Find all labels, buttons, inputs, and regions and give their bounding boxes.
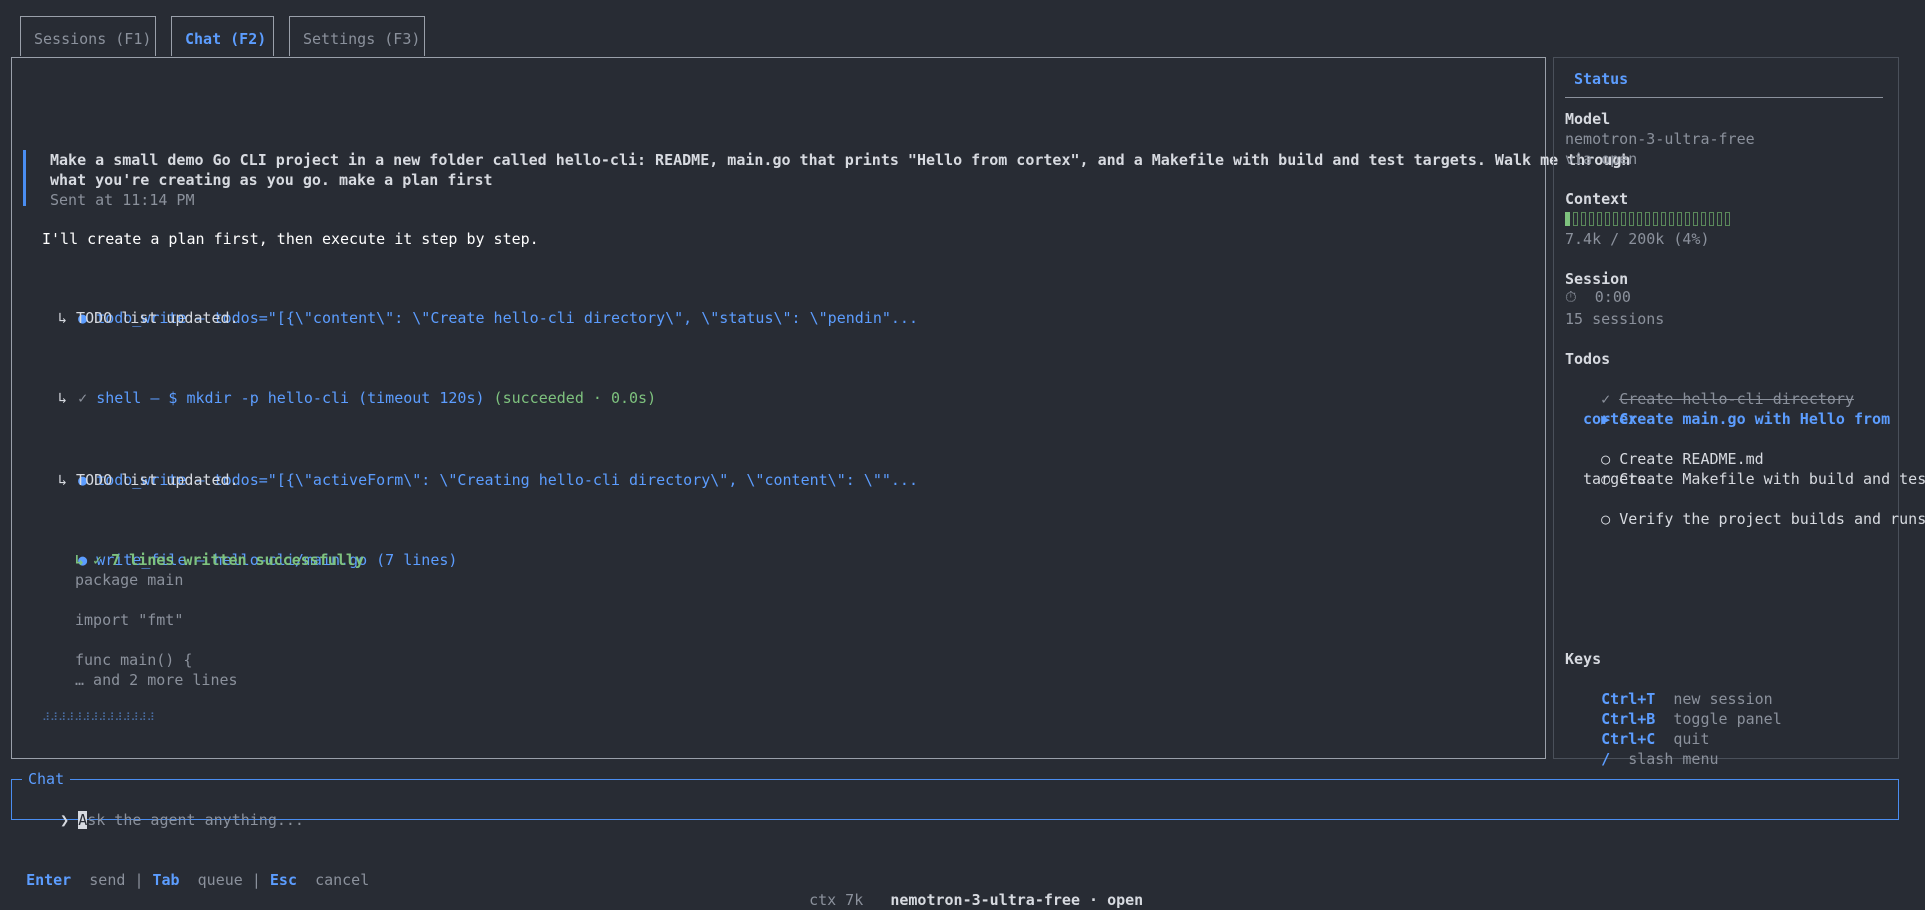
progress-cell (1621, 212, 1626, 226)
todo-item-active-cont: cortex (1583, 410, 1638, 428)
progress-cell (1589, 212, 1594, 226)
context-usage: 7.4k / 200k (4%) (1565, 230, 1710, 248)
status-panel: Status Model nemotron-3-ultra-free via o… (1553, 57, 1925, 768)
tab-key: Tab (152, 871, 180, 889)
progress-cell (1693, 212, 1698, 226)
tab-chat[interactable]: Chat (F2) (171, 16, 274, 56)
model-name: nemotron-3-ultra-free (1565, 130, 1755, 148)
code-line: package main (75, 571, 184, 589)
progress-cell (1661, 212, 1666, 226)
loading-spinner: ⠼⠼⠼⠼⠼⠼⠼⠼⠼⠼⠼⠼⠼⠼ (42, 711, 155, 724)
model-via: via open (1565, 150, 1638, 168)
context-progress-bar (1565, 209, 1733, 229)
progress-cell (1629, 212, 1634, 226)
user-message-bar (23, 150, 26, 206)
progress-cell (1709, 212, 1714, 226)
session-label: Session (1565, 270, 1629, 288)
todos-label: Todos (1565, 350, 1611, 368)
ctx-indicator: ctx 7k (809, 891, 864, 909)
progress-cell (1645, 212, 1650, 226)
input-legend: Chat (22, 769, 71, 789)
chat-transcript[interactable]: Make a small demo Go CLI project in a ne… (11, 57, 1630, 759)
progress-cell (1565, 212, 1570, 226)
todo-item-pending-cont: targets (1583, 470, 1647, 488)
progress-cell (1613, 212, 1618, 226)
session-count: 15 sessions (1565, 310, 1665, 328)
progress-cell (1581, 212, 1586, 226)
divider (1565, 97, 1883, 98)
user-message-line1: Make a small demo Go CLI project in a ne… (50, 151, 1631, 169)
code-line: … and 2 more lines (75, 671, 238, 689)
progress-cell (1725, 212, 1730, 226)
user-message-line2: what you're creating as you go. make a p… (50, 171, 493, 189)
tab-sessions[interactable]: Sessions (F1) (20, 16, 156, 56)
progress-cell (1573, 212, 1578, 226)
tool-status: (succeeded · 0.0s) (493, 389, 657, 407)
tool-result-2: ↳ (58, 389, 68, 407)
input-placeholder: sk the agent anything... (87, 811, 304, 829)
chat-input-box[interactable]: Chat ❯ Ask the agent anything... (11, 769, 1899, 829)
tool-call-shell[interactable]: ✓ shell — $ mkdir -p hello-cli (timeout … (42, 368, 656, 428)
progress-cell (1597, 212, 1602, 226)
tool-result-4: ↳ ✓ 7 lines written successfully (75, 551, 364, 569)
assistant-reply: I'll create a plan first, then execute i… (42, 230, 539, 248)
todo-item-pending: ○ Verify the project builds and runs (1601, 510, 1925, 528)
sent-timestamp: Sent at 11:14 PM (50, 191, 195, 209)
context-label: Context (1565, 190, 1629, 208)
model-label: Model (1565, 110, 1611, 128)
chat-input[interactable]: ❯ Ask the agent anything... (24, 790, 304, 850)
progress-cell (1669, 212, 1674, 226)
circle-icon: ○ (1601, 510, 1620, 528)
keys-label: Keys (1565, 650, 1602, 668)
prompt-icon: ❯ (60, 811, 70, 829)
tool-result-1: ↳ TODO list updated. (58, 309, 239, 327)
text-cursor: A (78, 811, 88, 829)
status-title: Status (1574, 70, 1629, 88)
progress-cell (1677, 212, 1682, 226)
esc-key: Esc (269, 871, 297, 889)
session-timer: ⏱ 0:00 (1565, 288, 1631, 306)
progress-cell (1717, 212, 1722, 226)
code-line: func main() { (75, 651, 193, 669)
status-line: ctx 7k nemotron-3-ultra-free · open (791, 870, 1143, 910)
tab-settings[interactable]: Settings (F3) (289, 16, 425, 56)
enter-key: Enter (26, 871, 72, 889)
tool-result-3: ↳ TODO list updated. (58, 471, 239, 489)
progress-cell (1701, 212, 1706, 226)
progress-cell (1637, 212, 1642, 226)
code-line: import "fmt" (75, 611, 184, 629)
progress-cell (1605, 212, 1610, 226)
footer-hints: Enter send | Tab queue | Esc cancel (26, 871, 370, 889)
check-icon: ✓ (78, 389, 97, 407)
progress-cell (1685, 212, 1690, 226)
model-indicator: nemotron-3-ultra-free · open (890, 891, 1144, 909)
progress-cell (1653, 212, 1658, 226)
